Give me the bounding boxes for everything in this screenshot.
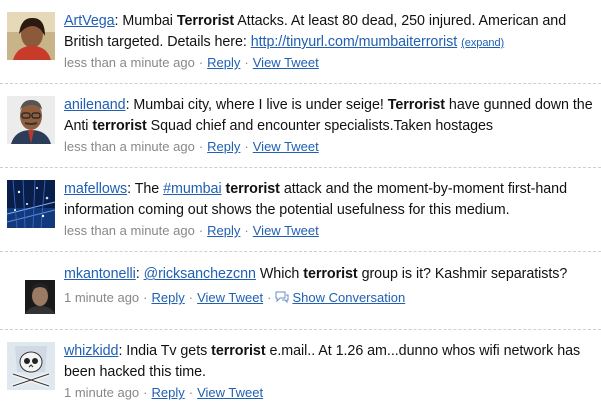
show-conversation-link[interactable]: Show Conversation — [292, 290, 405, 305]
tweet-meta: 1 minute ago · Reply · View Tweet · Show Conve… — [64, 289, 405, 307]
highlight-term: Terrorist — [176, 13, 235, 29]
view-tweet-link[interactable]: View Tweet — [253, 55, 319, 70]
avatar[interactable] — [7, 96, 55, 144]
tweet-text-fragment: Squad chief and encounter specialists.Ta… — [146, 118, 493, 134]
highlight-term: terrorist — [303, 266, 358, 282]
separator: · — [244, 55, 249, 70]
separator: · — [198, 55, 204, 70]
timestamp: less than a minute ago — [64, 139, 195, 154]
url-link[interactable]: http://tinyurl.com/mumbaiterrorist — [251, 34, 458, 50]
separator: · — [267, 290, 272, 305]
tweet-text: mafellows: The #mumbai terrorist attack … — [64, 179, 594, 221]
divider — [0, 251, 601, 252]
tweet-meta: less than a minute ago · Reply · View Tweet — [64, 138, 319, 156]
tweet-text: whizkidd: India Tv gets terrorist e.mail… — [64, 341, 594, 383]
username-link[interactable]: mkantonelli — [64, 266, 136, 282]
separator: · — [198, 223, 204, 238]
divider — [0, 329, 601, 330]
timestamp: 1 minute ago — [64, 290, 140, 305]
highlight-term: Terrorist — [387, 97, 445, 113]
view-tweet-link[interactable]: View Tweet — [253, 139, 319, 154]
tweet-text-fragment: : Mumbai — [114, 13, 177, 29]
tweet-text-fragment: group is it? Kashmir separatists? — [357, 266, 568, 282]
view-tweet-link[interactable]: View Tweet — [253, 223, 319, 238]
reply-link[interactable]: Reply — [207, 223, 240, 238]
mention-link[interactable]: @ricksanchezcnn — [144, 266, 256, 282]
avatar[interactable] — [7, 266, 55, 314]
separator: · — [143, 290, 148, 305]
separator: · — [244, 223, 249, 238]
avatar[interactable] — [7, 342, 55, 390]
reply-link[interactable]: Reply — [207, 139, 240, 154]
username-link[interactable]: whizkidd — [64, 343, 118, 359]
timestamp: less than a minute ago — [64, 223, 195, 238]
avatar[interactable] — [7, 180, 55, 228]
username-link[interactable]: ArtVega — [64, 13, 115, 29]
highlight-term: terrorist — [225, 181, 280, 197]
view-tweet-link[interactable]: View Tweet — [197, 385, 263, 400]
tweet-meta: less than a minute ago · Reply · View Tweet — [64, 222, 319, 240]
tweet-text-fragment: : India Tv gets — [118, 343, 212, 359]
tweet-text-fragment: : The — [127, 181, 164, 197]
separator: · — [188, 290, 194, 305]
reply-link[interactable]: Reply — [152, 385, 185, 400]
separator: · — [244, 139, 249, 154]
tweet-meta: 1 minute ago · Reply · View Tweet — [64, 384, 263, 402]
separator: · — [143, 385, 148, 400]
username-link[interactable]: anilenand — [64, 97, 126, 113]
tweet-text: anilenand: Mumbai city, where I live is … — [64, 95, 594, 137]
highlight-term: terrorist — [92, 118, 147, 134]
view-tweet-link[interactable]: View Tweet — [197, 290, 263, 305]
tweet-text: mkantonelli: @ricksanchezcnn Which terro… — [64, 264, 594, 285]
reply-link[interactable]: Reply — [207, 55, 240, 70]
divider — [0, 167, 601, 168]
hashtag-link[interactable]: #mumbai — [163, 181, 222, 197]
separator: · — [188, 385, 194, 400]
separator: · — [198, 139, 204, 154]
divider — [0, 83, 601, 84]
tweet-meta: less than a minute ago · Reply · View Tweet — [64, 54, 319, 72]
expand-link[interactable]: (expand) — [461, 37, 504, 49]
tweet-text-fragment: Which — [255, 266, 304, 282]
reply-link[interactable]: Reply — [152, 290, 185, 305]
username-link[interactable]: mafellows — [64, 181, 127, 197]
tweet-text-fragment: : — [135, 266, 144, 282]
conversation-icon — [275, 290, 289, 304]
highlight-term: terrorist — [211, 343, 266, 359]
timestamp: less than a minute ago — [64, 55, 195, 70]
tweet-text-fragment: : Mumbai city, where I live is under sei… — [125, 97, 388, 113]
avatar[interactable] — [7, 12, 55, 60]
timestamp: 1 minute ago — [64, 385, 140, 400]
tweet-text: ArtVega: Mumbai Terrorist Attacks. At le… — [64, 11, 594, 54]
